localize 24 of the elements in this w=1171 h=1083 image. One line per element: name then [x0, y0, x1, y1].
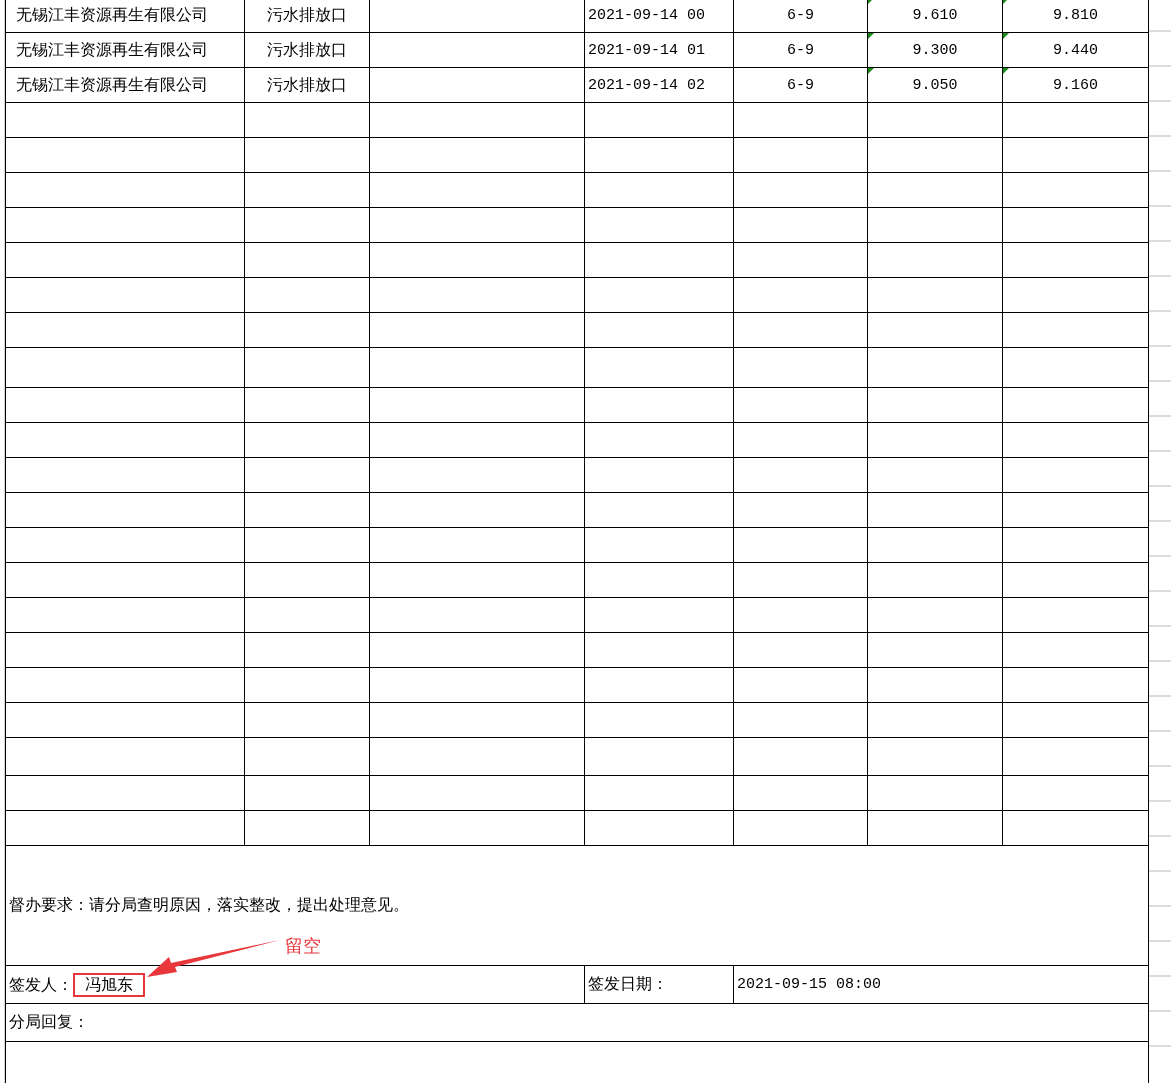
table-cell: 9.810 [1002, 0, 1149, 33]
table-cell: 6-9 [733, 32, 868, 68]
table-cell: 2021-09-15 08:00 [733, 965, 1149, 1004]
annotation-text: 留空 [285, 934, 321, 958]
table-cell: 2021-09-14 00 [584, 0, 734, 33]
table-cell: 9.050 [867, 67, 1003, 103]
table-cell: 9.610 [867, 0, 1003, 33]
table-cell: 无锡江丰资源再生有限公司 [5, 67, 245, 103]
table-cell: 6-9 [733, 0, 868, 33]
table-cell: 污水排放口 [244, 67, 370, 103]
table-cell: 2021-09-14 02 [584, 67, 734, 103]
table-cell: 9.300 [867, 32, 1003, 68]
signer-label: 签发人： [9, 974, 73, 994]
table-cell: 9.160 [1002, 67, 1149, 103]
table-cell: 签发日期： [584, 965, 734, 1004]
table-cell: 分局回复： [5, 1003, 1149, 1042]
table-cell: 污水排放口 [244, 0, 370, 33]
table-cell: 污水排放口 [244, 32, 370, 68]
table-cell: 9.440 [1002, 32, 1149, 68]
table-cell: 无锡江丰资源再生有限公司 [5, 0, 245, 33]
table-cell: 6-9 [733, 67, 868, 103]
table-cell: 无锡江丰资源再生有限公司 [5, 32, 245, 68]
table-cell: 2021-09-14 01 [584, 32, 734, 68]
signer-name: 冯旭东 [73, 972, 145, 997]
